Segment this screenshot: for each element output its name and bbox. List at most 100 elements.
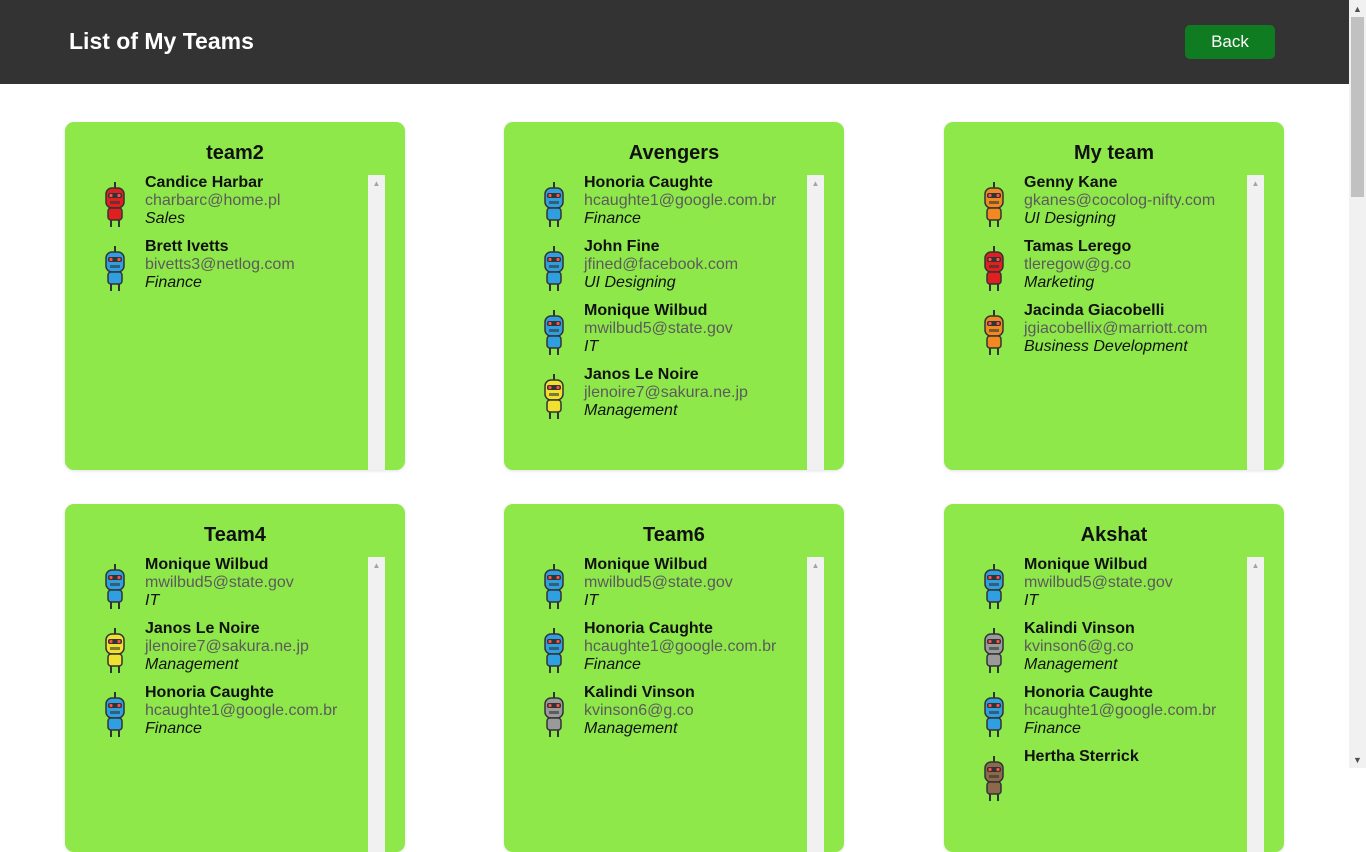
- member-department: IT: [584, 592, 599, 609]
- member-name: Brett Ivetts: [145, 238, 229, 255]
- member-name: Janos Le Noire: [145, 620, 260, 637]
- member-item: Janos Le Noire jlenoire7@sakura.ne.jp Mana…: [85, 620, 365, 684]
- member-department: Management: [584, 720, 678, 737]
- member-item: Honoria Caughte hcaughte1@google.com.br Fi…: [964, 684, 1244, 748]
- blue-robot-icon: [95, 562, 135, 612]
- scroll-down-arrow-icon[interactable]: ▼: [1349, 751, 1366, 768]
- member-item: Honoria Caughte hcaughte1@google.com.br Fi…: [85, 684, 365, 748]
- member-email: hcaughte1@google.com.br: [145, 702, 338, 719]
- page-scrollbar[interactable]: ▲ ▼: [1349, 0, 1366, 768]
- yellow-robot-icon: [95, 626, 135, 676]
- member-name: Monique Wilbud: [584, 556, 708, 573]
- member-department: UI Designing: [584, 274, 676, 291]
- member-list[interactable]: Monique Wilbud mwilbud5@state.gov IT Janos …: [85, 556, 365, 852]
- member-name: Tamas Lerego: [1024, 238, 1132, 255]
- team-card: Team6 Monique Wilbud mwilbud5@state.gov IT H…: [504, 504, 844, 852]
- scrollbar-thumb[interactable]: [1351, 17, 1364, 197]
- brown-robot-icon: [974, 754, 1014, 804]
- member-name: Hertha Sterrick: [1024, 748, 1139, 765]
- scroll-up-arrow-icon[interactable]: ▲: [368, 557, 385, 574]
- team-name: Team4: [204, 524, 266, 546]
- member-name: Jacinda Giacobelli: [1024, 302, 1165, 319]
- yellow-robot-icon: [534, 372, 574, 422]
- orange-robot-icon: [974, 308, 1014, 358]
- member-email: mwilbud5@state.gov: [145, 574, 294, 591]
- member-email: jlenoire7@sakura.ne.jp: [145, 638, 309, 655]
- member-list-scrollbar[interactable]: ▲: [1247, 175, 1264, 470]
- member-email: gkanes@cocolog-nifty.com: [1024, 192, 1216, 209]
- member-email: jfined@facebook.com: [584, 256, 739, 273]
- member-department: IT: [1024, 592, 1039, 609]
- red-robot-icon: [974, 244, 1014, 294]
- team-card: My team Genny Kane gkanes@cocolog-nifty.co…: [944, 122, 1284, 470]
- member-list[interactable]: Monique Wilbud mwilbud5@state.gov IT Honori…: [524, 556, 804, 852]
- member-name: Honoria Caughte: [584, 620, 713, 637]
- blue-robot-icon: [534, 626, 574, 676]
- team-card: team2 Candice Harbar charbarc@home.pl Sales…: [65, 122, 405, 470]
- member-list[interactable]: Candice Harbar charbarc@home.pl Sales Brett…: [85, 174, 365, 470]
- member-item: John Fine jfined@facebook.com UI Designing: [524, 238, 804, 302]
- member-department: Finance: [584, 210, 641, 227]
- member-list-scrollbar[interactable]: ▲: [807, 557, 824, 852]
- scroll-up-arrow-icon[interactable]: ▲: [1247, 175, 1264, 192]
- member-email: mwilbud5@state.gov: [584, 574, 733, 591]
- member-email: mwilbud5@state.gov: [1024, 574, 1173, 591]
- member-item: Kalindi Vinson kvinson6@g.co Management: [524, 684, 804, 748]
- top-navbar: List of My Teams Back: [0, 0, 1349, 84]
- member-name: Monique Wilbud: [145, 556, 269, 573]
- blue-robot-icon: [534, 180, 574, 230]
- member-item: Honoria Caughte hcaughte1@google.com.br Fi…: [524, 620, 804, 684]
- member-department: UI Designing: [1024, 210, 1116, 227]
- blue-robot-icon: [534, 244, 574, 294]
- member-email: hcaughte1@google.com.br: [584, 638, 777, 655]
- member-name: Honoria Caughte: [1024, 684, 1153, 701]
- page-title: List of My Teams: [69, 28, 254, 54]
- member-item: Monique Wilbud mwilbud5@state.gov IT: [964, 556, 1244, 620]
- team-name: team2: [206, 142, 264, 164]
- member-email: mwilbud5@state.gov: [584, 320, 733, 337]
- team-card: Akshat Monique Wilbud mwilbud5@state.gov IT…: [944, 504, 1284, 852]
- blue-robot-icon: [95, 244, 135, 294]
- member-department: Management: [1024, 656, 1118, 673]
- member-item: Monique Wilbud mwilbud5@state.gov IT: [524, 556, 804, 620]
- back-button[interactable]: Back: [1185, 25, 1275, 59]
- member-list[interactable]: Honoria Caughte hcaughte1@google.com.br Fi…: [524, 174, 804, 470]
- red-robot-icon: [95, 180, 135, 230]
- scroll-up-arrow-icon[interactable]: ▲: [807, 175, 824, 192]
- blue-robot-icon: [974, 690, 1014, 740]
- scroll-up-arrow-icon[interactable]: ▲: [1349, 0, 1366, 17]
- team-card: Avengers Honoria Caughte hcaughte1@google.…: [504, 122, 844, 470]
- member-email: hcaughte1@google.com.br: [1024, 702, 1217, 719]
- member-item: Genny Kane gkanes@cocolog-nifty.com UI Des…: [964, 174, 1244, 238]
- team-name: My team: [1073, 142, 1155, 164]
- member-item: Candice Harbar charbarc@home.pl Sales: [85, 174, 365, 238]
- member-name: Monique Wilbud: [1024, 556, 1148, 573]
- member-item: Hertha Sterrick: [964, 748, 1244, 812]
- member-email: bivetts3@netlog.com: [145, 256, 295, 273]
- member-department: Marketing: [1024, 274, 1095, 291]
- member-list[interactable]: Monique Wilbud mwilbud5@state.gov IT Kalind…: [964, 556, 1244, 852]
- team-name: Team6: [643, 524, 705, 546]
- member-email: charbarc@home.pl: [145, 192, 281, 209]
- blue-robot-icon: [974, 562, 1014, 612]
- member-name: Candice Harbar: [145, 174, 264, 191]
- member-name: Honoria Caughte: [584, 174, 713, 191]
- member-name: Monique Wilbud: [584, 302, 708, 319]
- member-email: jgiacobellix@marriott.com: [1024, 320, 1208, 337]
- blue-robot-icon: [534, 308, 574, 358]
- member-department: Business Development: [1024, 338, 1188, 355]
- member-name: John Fine: [584, 238, 660, 255]
- member-list-scrollbar[interactable]: ▲: [807, 175, 824, 470]
- member-name: Honoria Caughte: [145, 684, 274, 701]
- member-item: Tamas Lerego tleregow@g.co Marketing: [964, 238, 1244, 302]
- member-name: Kalindi Vinson: [584, 684, 695, 701]
- scroll-up-arrow-icon[interactable]: ▲: [368, 175, 385, 192]
- member-list-scrollbar[interactable]: ▲: [1247, 557, 1264, 852]
- scroll-up-arrow-icon[interactable]: ▲: [1247, 557, 1264, 574]
- member-list-scrollbar[interactable]: ▲: [368, 175, 385, 470]
- blue-robot-icon: [95, 690, 135, 740]
- member-email: hcaughte1@google.com.br: [584, 192, 777, 209]
- scroll-up-arrow-icon[interactable]: ▲: [807, 557, 824, 574]
- member-list[interactable]: Genny Kane gkanes@cocolog-nifty.com UI Des…: [964, 174, 1244, 470]
- member-list-scrollbar[interactable]: ▲: [368, 557, 385, 852]
